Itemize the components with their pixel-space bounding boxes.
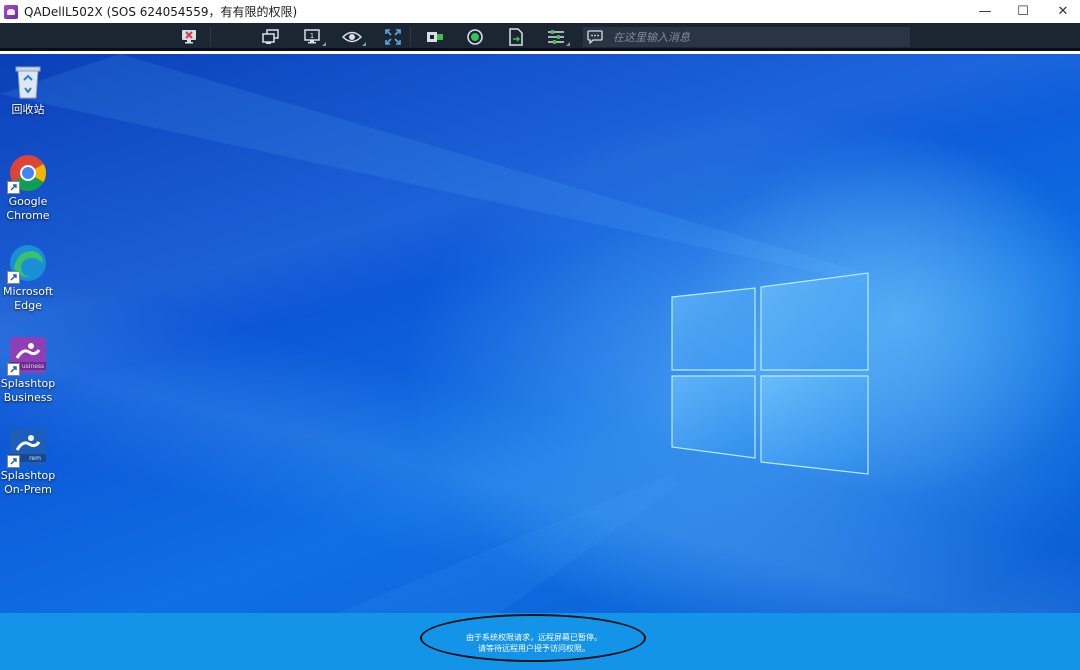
view-eye-icon[interactable] [341, 27, 366, 47]
monitor-1-icon[interactable]: 1 [301, 27, 326, 47]
splashtop-onprem-icon: rem [7, 428, 47, 468]
edge-icon [7, 244, 47, 284]
window-title: QADellL502X (SOS 624054559，有有限的权限) [24, 5, 298, 19]
dropdown-caret-icon [566, 42, 570, 46]
session-toolbar: 1 [0, 23, 1080, 51]
settings-sliders-icon[interactable] [545, 27, 570, 47]
fullscreen-icon[interactable] [382, 27, 404, 47]
dropdown-caret-icon [362, 42, 366, 46]
splashtop-business-icon: usiness [7, 336, 47, 376]
chat-bubble-icon [587, 30, 603, 44]
chat-box [583, 27, 910, 47]
desktop-icon-label: Edge [14, 299, 42, 312]
windows-logo-wallpaper [0, 54, 870, 670]
shortcut-arrow-icon [7, 271, 20, 284]
dropdown-caret-icon [322, 42, 326, 46]
switch-session-icon[interactable] [424, 27, 446, 47]
desktop-icon-label: Splashtop [0, 377, 56, 390]
highlight-ellipse [420, 614, 646, 662]
multi-monitor-icon[interactable] [260, 27, 282, 47]
desktop-icon-chrome[interactable]: Google Chrome [0, 154, 56, 223]
disconnect-icon[interactable] [178, 27, 200, 47]
shortcut-arrow-icon [7, 181, 20, 194]
desktop-icon-recycle-bin[interactable]: 回收站 [0, 62, 56, 117]
chat-message-input[interactable] [613, 30, 893, 44]
desktop-icon-label: Business [3, 391, 53, 404]
shortcut-arrow-icon [7, 455, 20, 468]
record-icon[interactable] [464, 27, 486, 47]
desktop-icon-label: Microsoft [2, 285, 54, 298]
desktop-icon-label: Chrome [6, 209, 50, 222]
maximize-button[interactable]: ☐ [1003, 0, 1043, 23]
remote-desktop[interactable]: 回收站 Google Chrome Microsoft Edge usiness… [0, 54, 1080, 670]
toolbar-divider [210, 27, 211, 47]
desktop-icon-label: On-Prem [4, 483, 52, 496]
desktop-icon-label: Splashtop [0, 469, 56, 482]
desktop-icon-splashtop-onprem[interactable]: rem Splashtop On-Prem [0, 428, 56, 497]
chrome-icon [7, 154, 47, 194]
svg-text:1: 1 [310, 32, 314, 40]
splashtop-business-badge: usiness [22, 363, 44, 370]
file-transfer-icon[interactable] [505, 27, 527, 47]
recycle-bin-icon [9, 62, 47, 100]
toolbar-divider [410, 27, 411, 47]
splashtop-app-icon [4, 4, 18, 19]
splashtop-onprem-badge: rem [29, 455, 41, 462]
desktop-icon-edge[interactable]: Microsoft Edge [0, 244, 56, 313]
desktop-icon-splashtop-business[interactable]: usiness Splashtop Business [0, 336, 56, 405]
minimize-button[interactable]: — [965, 0, 1005, 23]
desktop-icon-label: Google [8, 195, 48, 208]
desktop-icon-label: 回收站 [11, 103, 45, 116]
close-button[interactable]: ✕ [1043, 0, 1080, 23]
title-bar: QADellL502X (SOS 624054559，有有限的权限) — ☐ ✕ [0, 0, 1080, 23]
shortcut-arrow-icon [7, 363, 20, 376]
